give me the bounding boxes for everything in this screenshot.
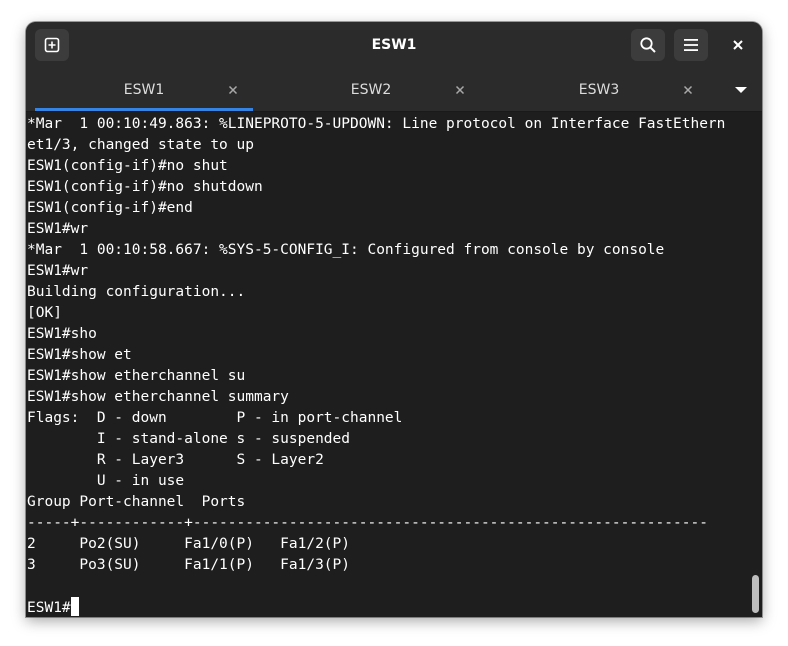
- chevron-down-icon: [735, 87, 747, 93]
- terminal-line: ESW1(config-if)#no shutdown: [27, 179, 263, 195]
- terminal-line: *Mar 1 00:10:58.667: %SYS-5-CONFIG_I: Co…: [27, 242, 665, 258]
- tab-list-button[interactable]: [732, 82, 750, 98]
- tab-esw3[interactable]: ESW3: [490, 69, 708, 111]
- terminal-line: *Mar 1 00:10:49.863: %LINEPROTO-5-UPDOWN…: [27, 116, 726, 132]
- new-tab-button[interactable]: [35, 29, 69, 61]
- terminal-line: et1/3, changed state to up: [27, 137, 254, 153]
- new-tab-icon: [44, 37, 60, 53]
- tab-close-button[interactable]: [680, 82, 696, 98]
- terminal-line: Group Port-channel Ports: [27, 494, 246, 510]
- terminal-line: ESW1#show etherchannel su: [27, 368, 246, 384]
- terminal-line: ESW1#wr: [27, 263, 89, 279]
- tab-close-icon: [228, 85, 238, 95]
- terminal-line: I - stand-alone s - suspended: [27, 431, 351, 447]
- tab-label: ESW3: [578, 82, 620, 98]
- terminal-line: ESW1#show et: [27, 347, 132, 363]
- terminal-prompt-line: ESW1#: [27, 597, 725, 617]
- terminal-lines: *Mar 1 00:10:49.863: %LINEPROTO-5-UPDOWN…: [27, 114, 725, 617]
- tab-close-button[interactable]: [225, 82, 241, 98]
- scrollbar-thumb[interactable]: [752, 575, 759, 613]
- tab-close-icon: [455, 85, 465, 95]
- main-menu-button[interactable]: [674, 29, 708, 61]
- terminal-line: 3 Po3(SU) Fa1/1(P) Fa1/3(P): [27, 557, 351, 573]
- terminal-line: ESW1#wr: [27, 221, 89, 237]
- terminal-line: ESW1#sho: [27, 326, 97, 342]
- active-tab-indicator: [35, 108, 253, 111]
- terminal-line: R - Layer3 S - Layer2: [27, 452, 324, 468]
- scrollbar[interactable]: [748, 112, 762, 617]
- terminal-line: -----+------------+---------------------…: [27, 515, 708, 531]
- tab-close-icon: [683, 85, 693, 95]
- terminal-output[interactable]: *Mar 1 00:10:49.863: %LINEPROTO-5-UPDOWN…: [26, 112, 748, 617]
- terminal-window: ESW1 ESW1 ESW2 ESW3 *Mar 1 00:10:49.863:…: [26, 22, 762, 617]
- hamburger-menu-icon: [684, 39, 698, 51]
- terminal-line: ESW1#show etherchannel summary: [27, 389, 289, 405]
- search-button[interactable]: [631, 29, 665, 61]
- terminal-line: ESW1(config-if)#end: [27, 200, 193, 216]
- terminal-line: Flags: D - down P - in port-channel: [27, 410, 403, 426]
- window-close-button[interactable]: [721, 29, 755, 61]
- search-icon: [640, 37, 656, 53]
- terminal-prompt: ESW1#: [27, 600, 71, 616]
- tab-label: ESW1: [123, 82, 165, 98]
- header-bar: ESW1: [26, 22, 762, 69]
- terminal-line: ESW1(config-if)#no shut: [27, 158, 228, 174]
- terminal-line: Building configuration...: [27, 284, 246, 300]
- tab-label: ESW2: [350, 82, 392, 98]
- terminal-line: U - in use: [27, 473, 185, 489]
- tab-close-button[interactable]: [452, 82, 468, 98]
- terminal-line: 2 Po2(SU) Fa1/0(P) Fa1/2(P): [27, 536, 351, 552]
- tab-bar: ESW1 ESW2 ESW3: [26, 69, 762, 112]
- close-icon: [733, 40, 743, 50]
- tab-esw1[interactable]: ESW1: [35, 69, 253, 111]
- text-cursor: [70, 597, 79, 616]
- tab-esw2[interactable]: ESW2: [262, 69, 480, 111]
- terminal-line: [OK]: [27, 305, 62, 321]
